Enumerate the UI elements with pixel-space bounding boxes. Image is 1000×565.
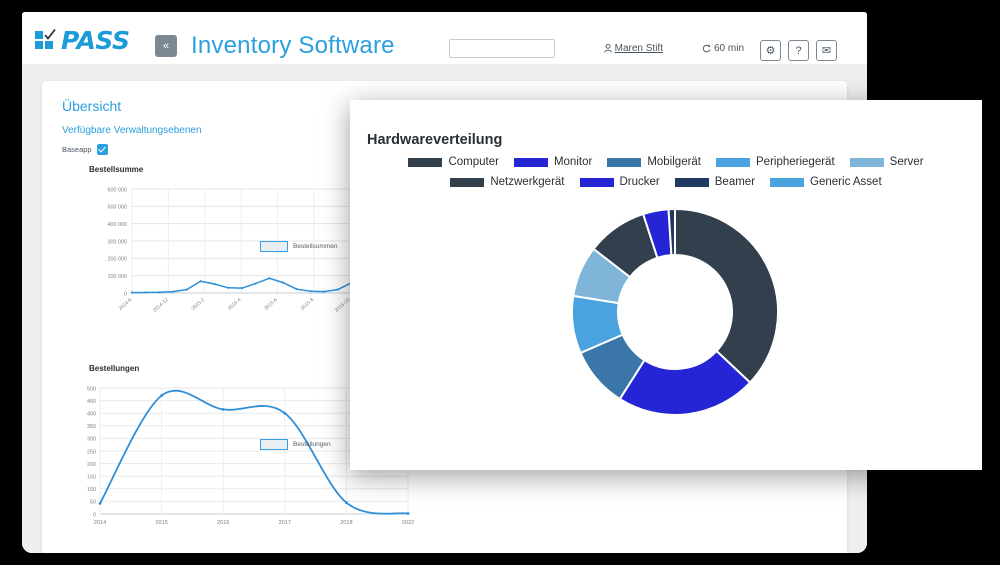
svg-text:350: 350 (87, 424, 96, 430)
svg-text:450: 450 (87, 399, 96, 405)
chart2-legend[interactable]: Bestellungen (260, 439, 331, 450)
legend-item[interactable]: Server (850, 156, 924, 168)
brand-logo[interactable]: PASS (35, 28, 130, 53)
svg-text:400 000: 400 000 (108, 222, 128, 228)
donut-legend-row-2: Netzwerkgerät Drucker Beamer Generic Asset (350, 176, 982, 188)
donut-chart-canvas (350, 188, 982, 470)
legend-item[interactable]: Computer (408, 156, 499, 168)
refresh-icon (702, 44, 711, 53)
legend-swatch (850, 158, 884, 167)
svg-text:500 000: 500 000 (108, 205, 128, 211)
legend-swatch (260, 439, 288, 450)
chart-title-bestellungen: Bestellungen (89, 364, 139, 373)
help-button[interactable]: ? (788, 40, 809, 61)
svg-text:2015-4: 2015-4 (227, 297, 243, 312)
legend-label: Bestellsummen (293, 243, 337, 250)
svg-text:2014-6: 2014-6 (118, 297, 134, 312)
legend-item[interactable]: Netzwerkgerät (450, 176, 564, 188)
svg-text:2018: 2018 (340, 520, 352, 526)
legend-label: Beamer (715, 176, 755, 188)
legend-item[interactable]: Mobilgerät (607, 156, 701, 168)
chart-title-bestellsumme: Bestellsumme (89, 165, 143, 174)
check-mark-icon (44, 29, 56, 41)
hardware-distribution-panel: Hardwareverteilung Computer Monitor Mobilg… (350, 100, 982, 470)
legend-swatch (514, 158, 548, 167)
legend-label: Netzwerkgerät (490, 176, 564, 188)
brand-name: PASS (61, 28, 130, 53)
svg-text:2015-2: 2015-2 (190, 297, 206, 312)
svg-text:250: 250 (87, 449, 96, 455)
svg-text:2014-12: 2014-12 (152, 297, 170, 314)
svg-text:2015: 2015 (155, 520, 167, 526)
legend-item[interactable]: Drucker (580, 176, 660, 188)
svg-text:400: 400 (87, 412, 96, 418)
svg-text:2015-8: 2015-8 (300, 297, 316, 312)
svg-text:2017: 2017 (279, 520, 291, 526)
legend-label: Peripheriegerät (756, 156, 835, 168)
legend-swatch (580, 178, 614, 187)
page-title: Inventory Software (191, 32, 395, 60)
legend-swatch (450, 178, 484, 187)
legend-swatch (408, 158, 442, 167)
svg-text:200 000: 200 000 (108, 257, 128, 263)
legend-swatch (770, 178, 804, 187)
svg-text:200: 200 (87, 462, 96, 468)
panel-title: Hardwareverteilung (367, 132, 502, 148)
legend-swatch (260, 241, 288, 252)
screenshot-stage: PASS « Inventory Software Maren Stift 60… (0, 0, 1000, 565)
baseapp-filter-row[interactable]: Baseapp (62, 144, 108, 155)
baseapp-checkbox[interactable] (97, 144, 108, 155)
svg-text:300 000: 300 000 (108, 239, 128, 245)
svg-text:150: 150 (87, 475, 96, 481)
chart1-legend[interactable]: Bestellsummen (260, 241, 337, 252)
user-account[interactable]: Maren Stift (604, 43, 663, 54)
legend-item[interactable]: Beamer (675, 176, 755, 188)
collapse-sidebar-button[interactable]: « (155, 35, 177, 57)
svg-text:100 000: 100 000 (108, 274, 128, 280)
settings-button[interactable]: ⚙ (760, 40, 781, 61)
donut-chart-wrap (350, 188, 982, 470)
donut-legend-row-1: Computer Monitor Mobilgerät Peripheriegerät… (350, 156, 982, 168)
svg-text:2014: 2014 (94, 520, 106, 526)
svg-text:500: 500 (87, 386, 96, 392)
svg-text:2015-10: 2015-10 (334, 297, 352, 314)
mail-button[interactable]: ✉ (816, 40, 837, 61)
legend-swatch (716, 158, 750, 167)
svg-text:300: 300 (87, 437, 96, 443)
refresh-interval-label: 60 min (714, 43, 744, 54)
app-header: PASS « Inventory Software Maren Stift 60… (22, 12, 867, 65)
legend-item[interactable]: Monitor (514, 156, 592, 168)
svg-text:600 000: 600 000 (108, 187, 128, 193)
legend-label: Server (890, 156, 924, 168)
legend-label: Generic Asset (810, 176, 882, 188)
person-icon (604, 44, 612, 53)
grid-check-icon (35, 31, 56, 51)
svg-text:2022: 2022 (402, 520, 414, 526)
user-name-label[interactable]: Maren Stift (615, 43, 663, 54)
management-levels-heading: Verfügbare Verwaltungsebenen (62, 125, 202, 136)
svg-text:2016: 2016 (217, 520, 229, 526)
overview-heading: Übersicht (62, 98, 121, 114)
search-input[interactable] (449, 39, 555, 58)
baseapp-label: Baseapp (62, 145, 92, 154)
legend-item[interactable]: Peripheriegerät (716, 156, 835, 168)
legend-swatch (675, 178, 709, 187)
legend-label: Drucker (620, 176, 660, 188)
auto-refresh-indicator[interactable]: 60 min (702, 43, 744, 54)
donut-slice[interactable] (675, 209, 778, 383)
legend-label: Bestellungen (293, 441, 331, 448)
legend-label: Monitor (554, 156, 592, 168)
legend-item[interactable]: Generic Asset (770, 176, 882, 188)
svg-text:50: 50 (90, 500, 96, 506)
legend-label: Computer (448, 156, 499, 168)
legend-swatch (607, 158, 641, 167)
svg-text:0: 0 (93, 512, 96, 518)
legend-label: Mobilgerät (647, 156, 701, 168)
svg-text:100: 100 (87, 487, 96, 493)
svg-text:0: 0 (124, 291, 127, 297)
svg-text:2015-6: 2015-6 (263, 297, 279, 312)
